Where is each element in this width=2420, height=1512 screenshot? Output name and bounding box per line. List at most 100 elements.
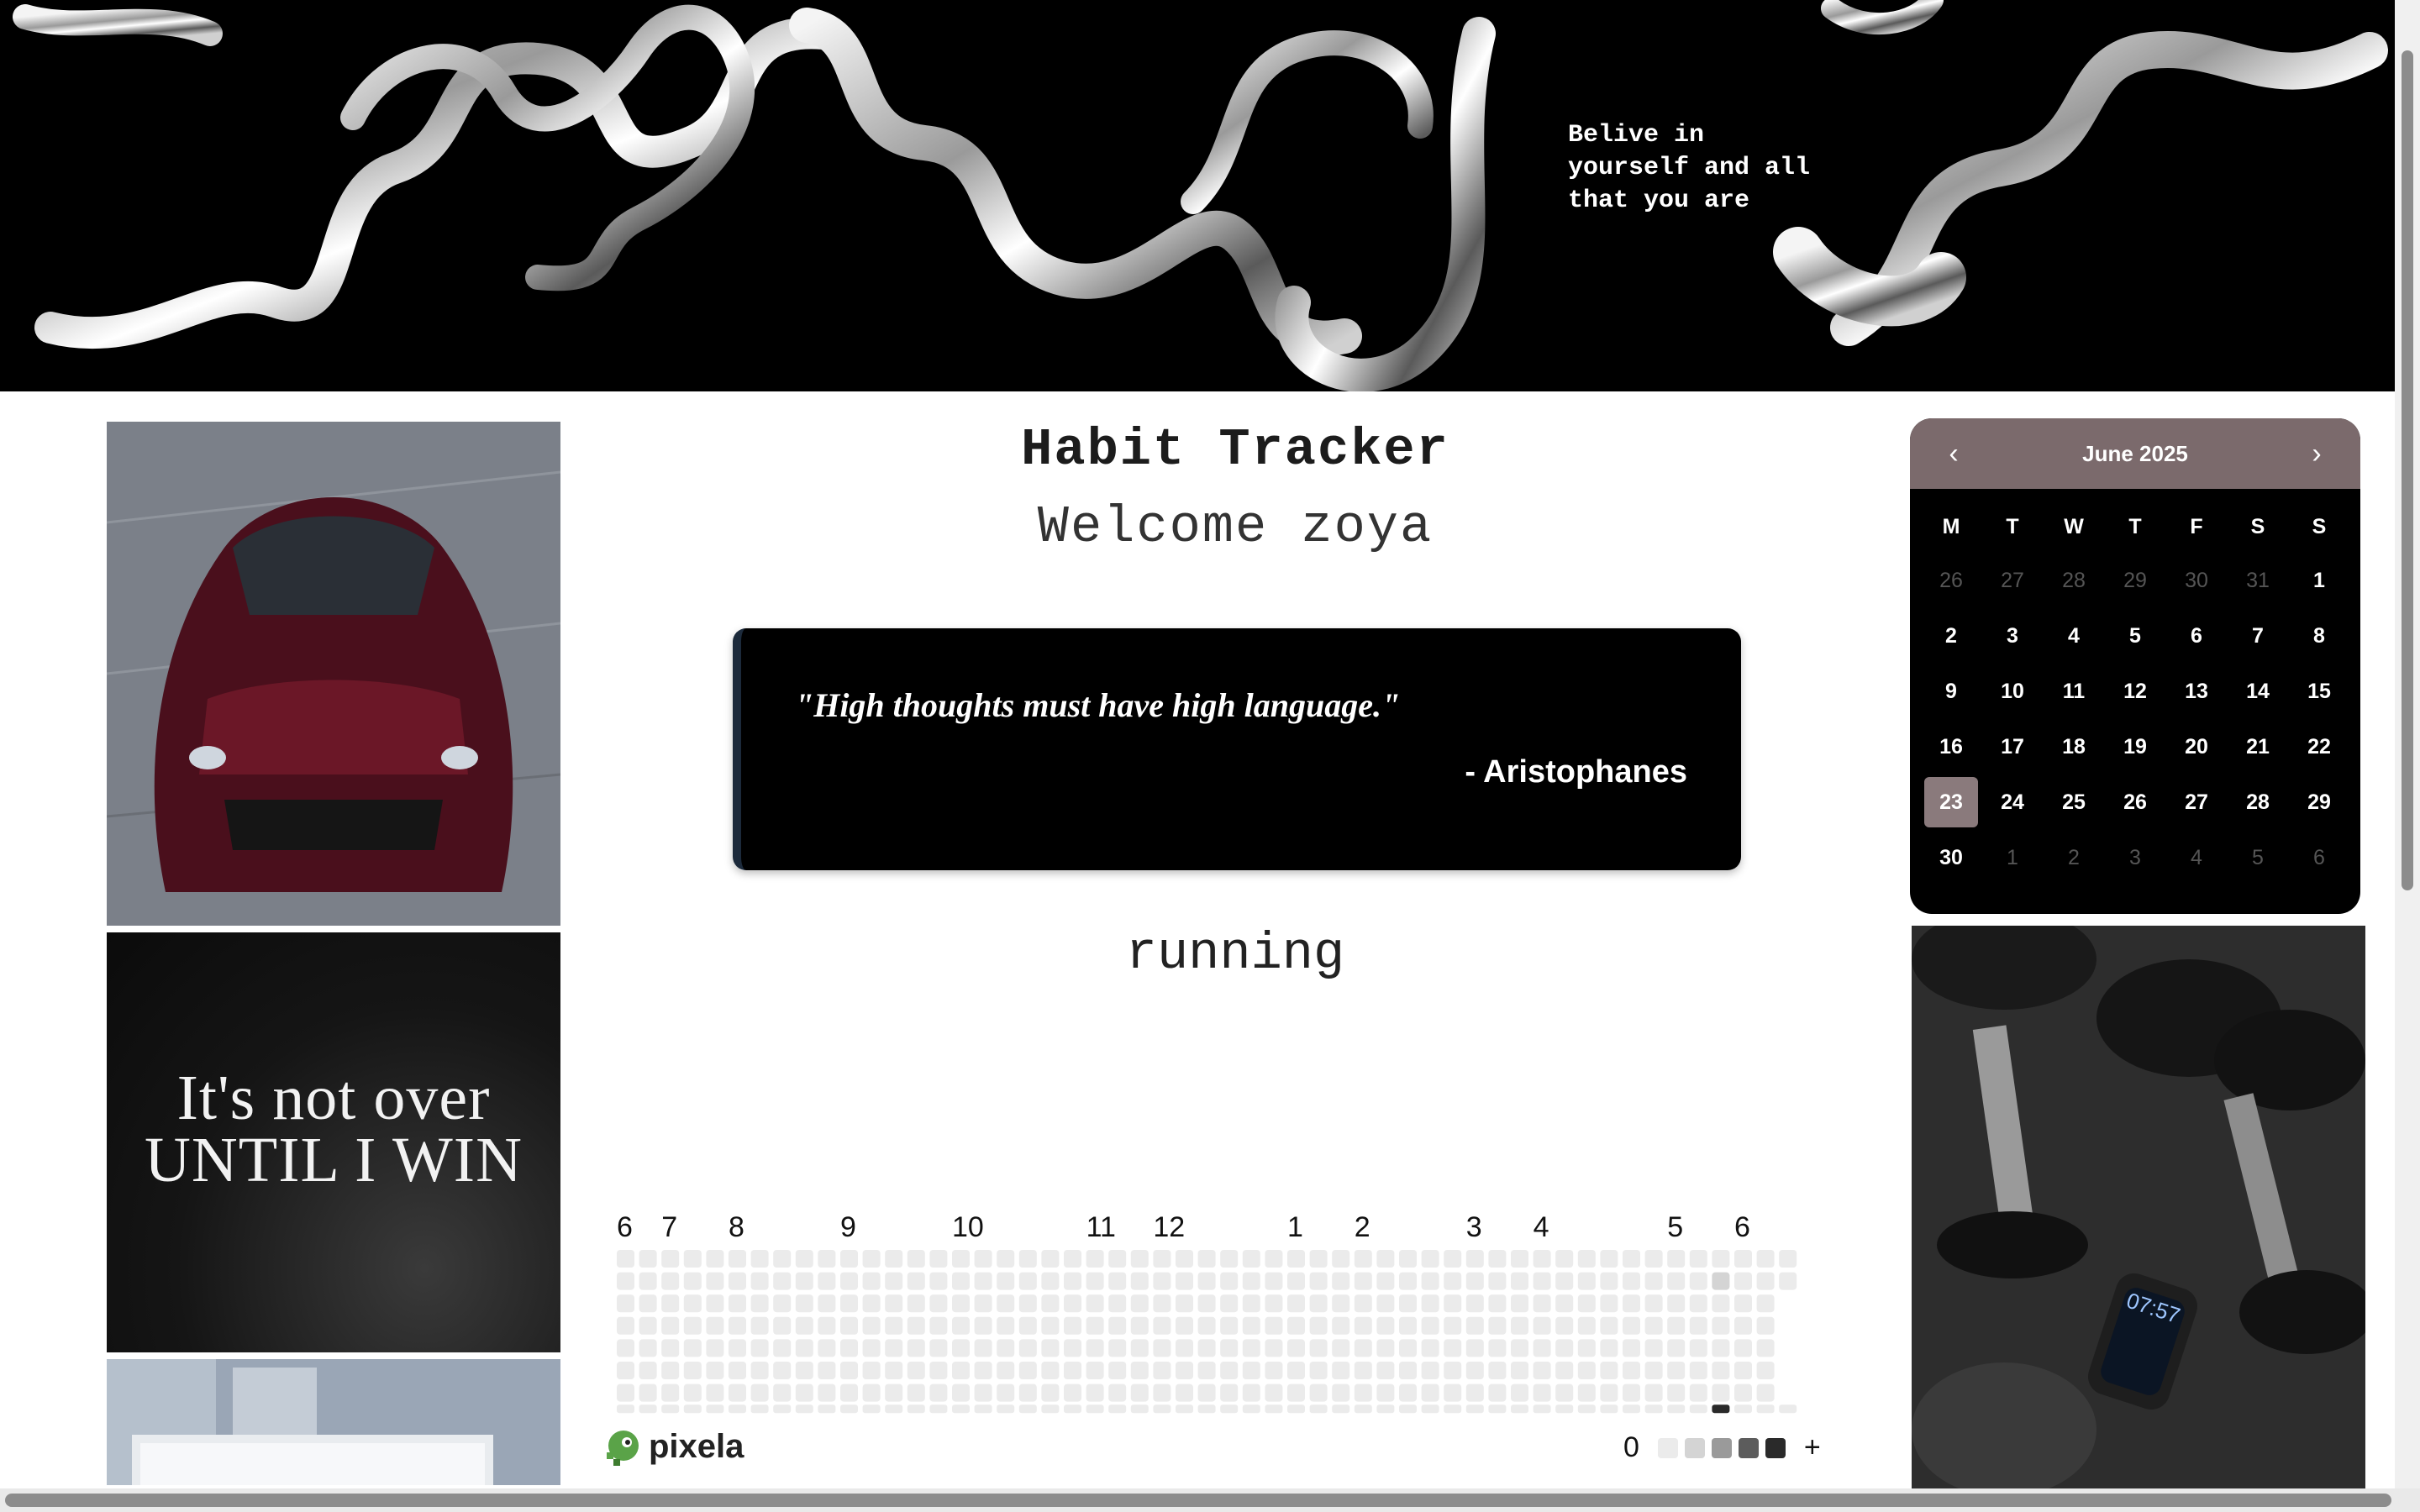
graph-cell[interactable] [1354,1316,1372,1335]
graph-cell[interactable] [1108,1383,1127,1402]
graph-cell[interactable] [729,1383,746,1402]
graph-cell[interactable] [1332,1316,1350,1335]
graph-cell[interactable] [1689,1294,1707,1313]
calendar-day[interactable]: 4 [2166,830,2227,885]
graph-cell[interactable] [929,1362,948,1379]
horizontal-scrollbar[interactable] [0,1488,2420,1512]
graph-cell[interactable] [1130,1339,1149,1357]
graph-cell[interactable] [1712,1294,1730,1313]
graph-cell[interactable] [1444,1250,1462,1268]
graph-cell[interactable] [997,1294,1015,1313]
graph-cell[interactable] [1064,1250,1081,1268]
graph-cell[interactable] [862,1250,881,1268]
graph-cell[interactable] [885,1294,903,1313]
graph-cell[interactable] [1086,1250,1104,1268]
graph-cell-partial[interactable] [1086,1404,1104,1414]
graph-cell[interactable] [1242,1250,1260,1268]
graph-cell[interactable] [1689,1339,1707,1357]
graph-cell[interactable] [1041,1272,1060,1290]
graph-cell[interactable] [929,1383,948,1402]
graph-cell-partial[interactable] [1153,1404,1171,1414]
calendar-day[interactable]: 10 [1982,664,2043,719]
graph-cell[interactable] [1064,1362,1081,1379]
graph-cell[interactable] [1756,1316,1775,1335]
graph-cell[interactable] [1176,1294,1193,1313]
graph-cell[interactable] [1712,1316,1730,1335]
graph-cell[interactable] [1086,1383,1104,1402]
graph-cell[interactable] [1153,1316,1171,1335]
graph-cell[interactable] [683,1250,702,1268]
graph-cell[interactable] [1018,1272,1037,1290]
calendar-day[interactable]: 16 [1921,719,1981,774]
calendar-day[interactable]: 20 [2166,719,2227,774]
graph-cell[interactable] [1309,1383,1328,1402]
graph-cell-partial[interactable] [1287,1404,1305,1414]
graph-cell[interactable] [1577,1250,1596,1268]
graph-cell-partial[interactable] [974,1404,992,1414]
graph-cell[interactable] [617,1294,634,1313]
graph-cell[interactable] [1309,1250,1328,1268]
graph-cell[interactable] [1041,1383,1060,1402]
calendar-day[interactable]: 1 [2289,553,2349,608]
graph-cell-partial[interactable] [1488,1404,1507,1414]
graph-cell[interactable] [929,1272,948,1290]
calendar-prev-button[interactable]: ‹ [1937,438,1970,470]
graph-cell[interactable] [1421,1383,1439,1402]
calendar-day[interactable]: 31 [2228,553,2288,608]
graph-cell[interactable] [1667,1362,1686,1379]
graph-cell[interactable] [1533,1383,1551,1402]
graph-cell-partial[interactable] [862,1404,881,1414]
graph-cell[interactable] [795,1316,813,1335]
calendar-day[interactable]: 11 [2044,664,2104,719]
graph-cell[interactable] [1689,1316,1707,1335]
graph-cell[interactable] [617,1316,634,1335]
graph-cell[interactable] [617,1362,634,1379]
graph-cell[interactable] [795,1250,813,1268]
graph-cell[interactable] [706,1294,724,1313]
graph-cell[interactable] [1756,1272,1775,1290]
graph-cell[interactable] [1332,1383,1350,1402]
graph-cell[interactable] [1130,1383,1149,1402]
graph-cell[interactable] [818,1316,836,1335]
graph-cell-partial[interactable] [1130,1404,1149,1414]
graph-cell[interactable] [997,1362,1015,1379]
calendar-day[interactable]: 28 [2228,774,2288,830]
graph-cell[interactable] [1623,1272,1640,1290]
graph-cell[interactable] [1265,1339,1283,1357]
calendar-day[interactable]: 14 [2228,664,2288,719]
graph-cell[interactable] [1421,1250,1439,1268]
graph-cell[interactable] [1689,1250,1707,1268]
graph-cell[interactable] [729,1339,746,1357]
graph-cell[interactable] [840,1362,858,1379]
calendar-day[interactable]: 25 [2044,774,2104,830]
graph-cell[interactable] [1667,1383,1686,1402]
graph-cell[interactable] [1176,1339,1193,1357]
graph-cell[interactable] [1444,1362,1462,1379]
graph-cell[interactable] [1197,1339,1216,1357]
calendar-day[interactable]: 26 [1921,553,1981,608]
graph-cell[interactable] [706,1250,724,1268]
graph-cell[interactable] [1399,1250,1417,1268]
graph-cell-partial[interactable] [1064,1404,1081,1414]
graph-cell[interactable] [1667,1339,1686,1357]
graph-cell[interactable] [1644,1362,1663,1379]
graph-cell[interactable] [1511,1272,1528,1290]
graph-cell[interactable] [1265,1272,1283,1290]
graph-cell[interactable] [1376,1339,1395,1357]
graph-cell[interactable] [885,1362,903,1379]
graph-cell[interactable] [1220,1294,1239,1313]
graph-cell[interactable] [1577,1362,1596,1379]
graph-cell[interactable] [1444,1294,1462,1313]
graph-cell[interactable] [862,1339,881,1357]
graph-cell[interactable] [907,1316,925,1335]
graph-cell[interactable] [795,1294,813,1313]
vertical-scrollbar[interactable] [2395,0,2420,1488]
graph-cell[interactable] [907,1272,925,1290]
graph-cell-partial[interactable] [997,1404,1015,1414]
graph-cell[interactable] [1712,1272,1730,1290]
graph-cell[interactable] [1779,1250,1797,1268]
graph-cell[interactable] [1108,1362,1127,1379]
graph-cell[interactable] [1108,1250,1127,1268]
graph-cell[interactable] [907,1250,925,1268]
graph-cell[interactable] [1399,1383,1417,1402]
